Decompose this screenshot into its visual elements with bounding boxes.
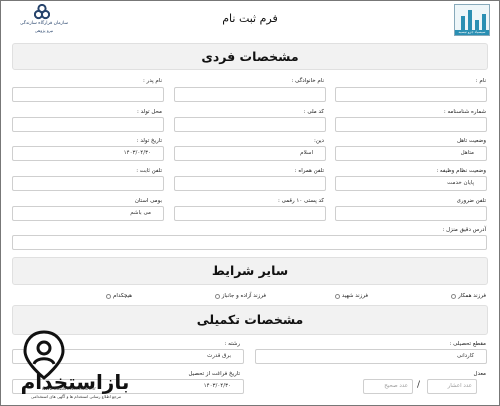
address-input[interactable] bbox=[12, 235, 487, 250]
radio-option-martyr-child[interactable]: فرزند شهید bbox=[334, 293, 368, 299]
logo-bar bbox=[475, 20, 479, 30]
father-name-input[interactable] bbox=[12, 87, 164, 102]
father-name-label: نام پدر : bbox=[142, 78, 162, 84]
radio-circle-icon bbox=[106, 293, 112, 299]
radio-label: هیچکدام bbox=[113, 293, 132, 299]
watermark-url: www.bazarestekhdam.ir bbox=[41, 387, 97, 392]
watermark-subtitle: مرجع اطلاع رسانی استخدام ها و آگهی های ا… bbox=[31, 394, 121, 399]
page-title: فرم ثبت نام bbox=[222, 12, 278, 25]
phone-input[interactable] bbox=[12, 176, 164, 191]
header: سازمان قرارگاه سازندگی نیرو پژوهی فرم ثب… bbox=[0, 0, 500, 40]
last-name-label: نام خانوادگی : bbox=[291, 78, 324, 84]
watermark: بازاستخدام www.bazarestekhdam.ir مرجع اط… bbox=[0, 320, 150, 406]
graduation-date-label: تاریخ فراغت از تحصیل bbox=[188, 371, 240, 377]
section-other-header: سایر شرایط bbox=[12, 257, 488, 285]
birth-place-input[interactable] bbox=[12, 117, 164, 132]
national-code-input[interactable] bbox=[174, 117, 326, 132]
marital-status-label: وضعیت تاهل bbox=[456, 138, 486, 144]
brand-logo: سیسیاد جزو تیسیه bbox=[454, 4, 490, 36]
postal-code-label: کد پستی ۱۰ رقمی : bbox=[277, 198, 324, 204]
emergency-phone-input[interactable] bbox=[335, 206, 487, 221]
religion-select[interactable]: اسلام bbox=[174, 146, 326, 161]
logo-text-line2: نیرو پژوهی bbox=[34, 28, 54, 33]
first-name-input[interactable] bbox=[335, 87, 487, 102]
native-province-label: بومی استان bbox=[134, 198, 162, 204]
birth-date-label: تاریخ تولد : bbox=[136, 138, 162, 144]
address-label: آدرس دقیق منزل : bbox=[442, 227, 486, 233]
military-status-label: وضعیت نظام وظیفه : bbox=[436, 168, 486, 174]
logo-bar bbox=[482, 14, 486, 30]
radio-option-veteran-child[interactable]: فرزند آزاده و جانباز bbox=[214, 293, 266, 299]
radio-option-staff-child[interactable]: فرزند همکار bbox=[451, 293, 486, 299]
average-separator: / bbox=[417, 380, 421, 390]
id-number-label: شماره شناسنامه : bbox=[443, 109, 486, 115]
radio-circle-icon bbox=[334, 293, 340, 299]
first-name-label: نام : bbox=[475, 78, 486, 84]
national-code-label: کد ملی : bbox=[303, 109, 324, 115]
mobile-input[interactable] bbox=[174, 176, 326, 191]
section-personal-header: مشخصات فردی bbox=[12, 43, 488, 70]
radio-circle-icon bbox=[214, 293, 220, 299]
radio-label: فرزند شهید bbox=[341, 293, 368, 299]
radio-circle-icon bbox=[451, 293, 457, 299]
id-number-input[interactable] bbox=[335, 117, 487, 132]
birth-date-input[interactable]: ۱۴۰۳/۰۴/۳۰ bbox=[12, 146, 164, 161]
radio-option-none[interactable]: هیچکدام bbox=[106, 293, 132, 299]
logo-bar bbox=[468, 10, 472, 30]
marital-status-select[interactable]: متاهل bbox=[335, 146, 487, 161]
average-integer-input[interactable]: عدد صحیح bbox=[363, 379, 413, 394]
average-decimal-input[interactable]: عدد اعشار bbox=[427, 379, 477, 394]
emergency-phone-label: تلفن ضروری bbox=[456, 198, 486, 204]
degree-select[interactable]: کاردانی bbox=[255, 349, 487, 364]
birth-place-label: محل تولد : bbox=[137, 109, 162, 115]
organization-logo: سازمان قرارگاه سازندگی نیرو پژوهی bbox=[8, 4, 70, 34]
logo-text-line1: سازمان قرارگاه سازندگی bbox=[19, 21, 68, 26]
logo-caption: سیسیاد جزو تیسیه bbox=[455, 30, 489, 35]
field-of-study-label: رشته : bbox=[224, 341, 240, 347]
military-status-select[interactable]: پایان خدمت bbox=[335, 176, 487, 191]
degree-label: مقطع تحصیلی : bbox=[449, 341, 486, 347]
last-name-input[interactable] bbox=[174, 87, 326, 102]
phone-label: تلفن ثابت : bbox=[136, 168, 162, 174]
radio-label: فرزند آزاده و جانباز bbox=[221, 293, 266, 299]
knot-logo-icon bbox=[34, 4, 50, 20]
radio-label: فرزند همکار bbox=[458, 293, 486, 299]
mobile-label: تلفن همراه : bbox=[294, 168, 324, 174]
postal-code-input[interactable] bbox=[174, 206, 326, 221]
native-province-select[interactable]: می باشم bbox=[12, 206, 164, 221]
average-label: معدل bbox=[473, 371, 486, 377]
logo-bar bbox=[461, 16, 465, 30]
religion-label: دین: bbox=[313, 138, 324, 144]
